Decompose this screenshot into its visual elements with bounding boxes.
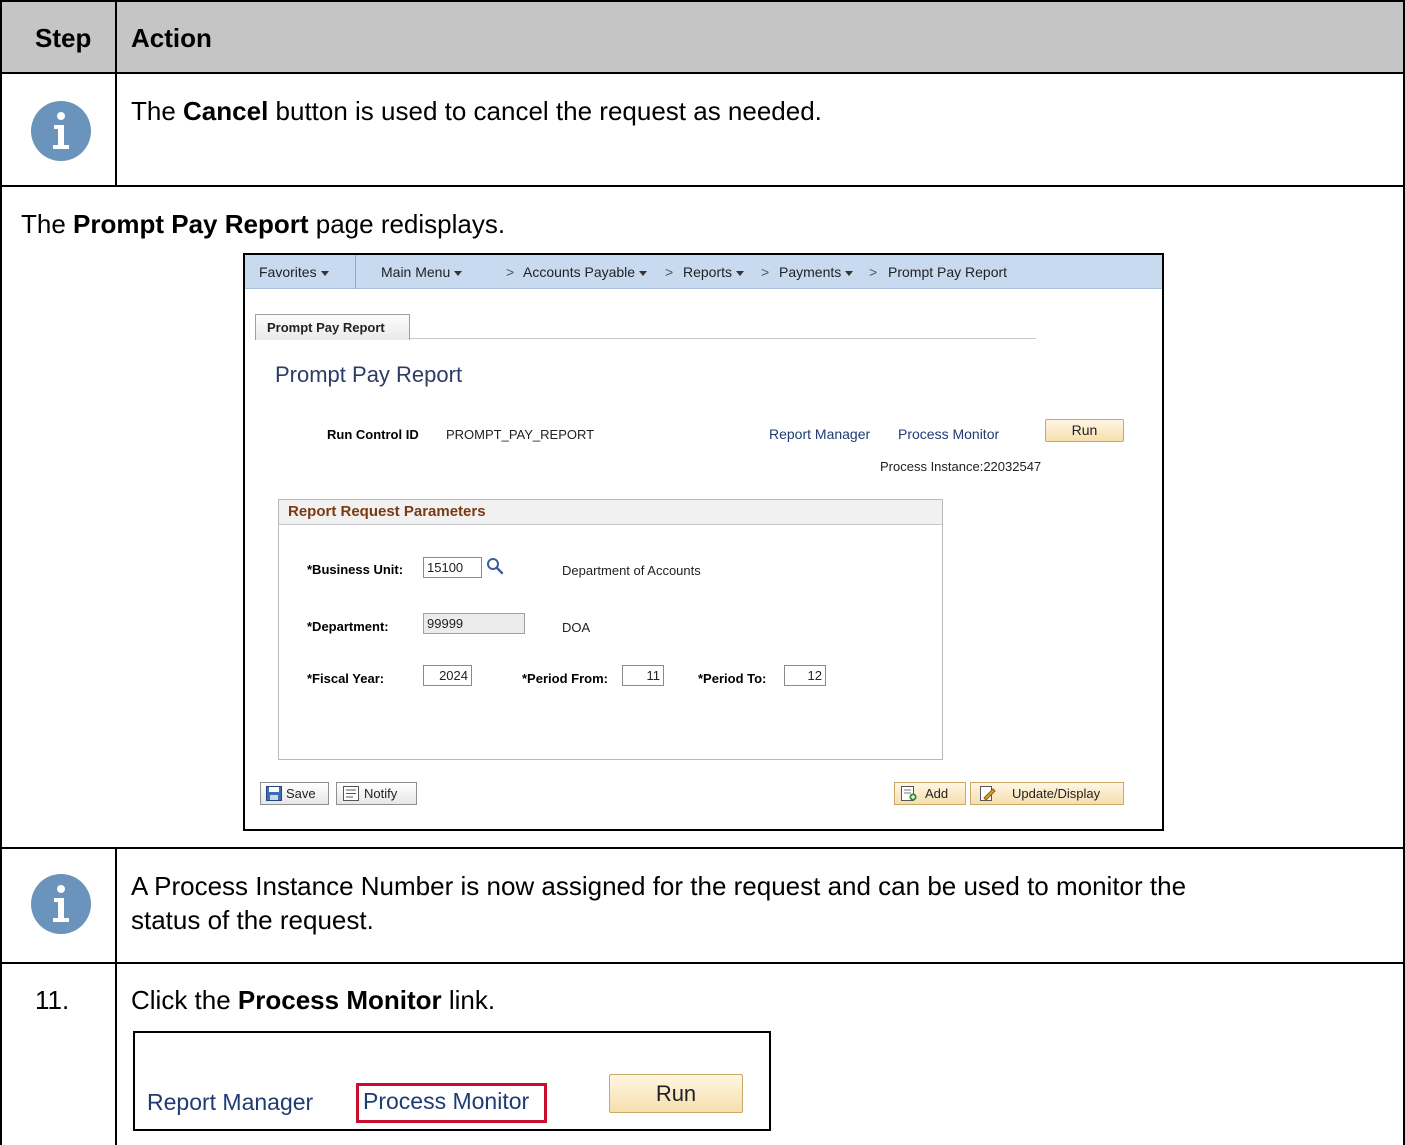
page-title: Prompt Pay Report — [275, 362, 463, 387]
report-manager-link[interactable]: Report Manager — [147, 1089, 313, 1116]
chevron-down-icon — [639, 270, 648, 276]
breadcrumb-current: Prompt Pay Report — [888, 264, 1008, 280]
fiscal-year-label: *Fiscal Year: — [307, 671, 385, 686]
notify-button[interactable]: Notify — [336, 782, 417, 805]
process-instance: Process Instance:22032547 — [880, 459, 1042, 474]
row2-text: The Prompt Pay Report page redisplays. — [21, 207, 505, 241]
notify-icon — [343, 786, 359, 801]
prompt-pay-report-screenshot: Favorites Main Menu > Accounts Payable >… — [243, 253, 1164, 831]
row3-line2: status of the request. — [131, 905, 374, 935]
row-divider — [0, 72, 1405, 74]
row4-text-post: link. — [441, 985, 496, 1015]
department-label: *Department: — [307, 619, 389, 634]
step-number: 11. — [35, 985, 70, 1015]
period-to-input[interactable]: 12 — [784, 665, 826, 686]
run-control-value: PROMPT_PAY_REPORT — [446, 427, 595, 442]
document-page: Step Action The Cancel button is used to… — [0, 0, 1405, 1145]
accounts-payable-label: Accounts Payable — [523, 264, 636, 280]
tab-underline — [410, 338, 1036, 339]
update-display-button[interactable]: Update/Display — [970, 782, 1124, 805]
department-input: 99999 — [423, 613, 525, 634]
breadcrumb-reports[interactable]: Reports — [683, 264, 745, 280]
favorites-menu[interactable]: Favorites — [259, 264, 329, 280]
report-request-parameters-group: Report Request Parameters *Business Unit… — [278, 499, 943, 760]
chevron-down-icon — [320, 270, 329, 276]
payments-label: Payments — [779, 264, 842, 280]
group-title: Report Request Parameters — [279, 500, 942, 525]
row1-text-bold: Cancel — [183, 96, 269, 126]
period-from-input[interactable]: 11 — [622, 665, 664, 686]
department-description: DOA — [562, 620, 591, 635]
process-monitor-link[interactable]: Process Monitor — [898, 426, 999, 442]
navigation-bar: Favorites Main Menu > Accounts Payable >… — [245, 255, 1162, 289]
zoomed-screenshot: Report Manager Process Monitor Run — [133, 1031, 771, 1131]
row4-text-pre: Click the — [131, 985, 238, 1015]
breadcrumb-payments[interactable]: Payments — [779, 264, 854, 280]
business-unit-label: *Business Unit: — [307, 562, 404, 577]
row1-text-pre: The — [131, 96, 184, 126]
process-monitor-link[interactable]: Process Monitor — [363, 1088, 529, 1115]
row-divider — [0, 185, 1405, 187]
header-step: Step — [35, 23, 92, 53]
info-icon — [31, 101, 91, 161]
notify-label: Notify — [364, 786, 398, 801]
main-menu[interactable]: Main Menu — [381, 264, 463, 280]
breadcrumb-separator: > — [506, 264, 515, 280]
nav-divider — [355, 255, 356, 289]
business-unit-description: Department of Accounts — [562, 563, 701, 578]
add-button[interactable]: Add — [894, 782, 966, 805]
reports-label: Reports — [683, 264, 733, 280]
report-manager-link[interactable]: Report Manager — [769, 426, 870, 442]
tab-prompt-pay-report[interactable]: Prompt Pay Report — [255, 314, 410, 340]
save-button[interactable]: Save — [260, 782, 329, 805]
row1-text-post: button is used to cancel the request as … — [268, 96, 822, 126]
run-control-label: Run Control ID — [327, 427, 419, 442]
row-divider — [0, 847, 1405, 849]
update-display-label: Update/Display — [1012, 786, 1101, 801]
breadcrumb-separator: > — [869, 264, 878, 280]
save-label: Save — [286, 786, 316, 801]
main-menu-label: Main Menu — [381, 264, 451, 280]
table-border-top — [0, 0, 1405, 2]
run-button[interactable]: Run — [1045, 419, 1124, 442]
column-divider — [115, 848, 117, 1145]
breadcrumb-separator: > — [761, 264, 770, 280]
chevron-down-icon — [454, 270, 463, 276]
row2-text-bold: Prompt Pay Report — [73, 209, 309, 239]
chevron-down-icon — [736, 270, 745, 276]
row1-text: The Cancel button is used to cancel the … — [131, 94, 822, 128]
fiscal-year-input[interactable]: 2024 — [423, 665, 472, 686]
save-icon — [266, 786, 282, 801]
favorites-label: Favorites — [259, 264, 317, 280]
period-to-label: *Period To: — [698, 671, 767, 686]
breadcrumb-accounts-payable[interactable]: Accounts Payable — [523, 264, 648, 280]
breadcrumb-separator: > — [665, 264, 674, 280]
row2-text-post: page redisplays. — [308, 209, 506, 239]
period-from-label: *Period From: — [522, 671, 608, 686]
row4-text-bold: Process Monitor — [237, 985, 442, 1015]
row2-text-pre: The — [21, 209, 74, 239]
table-border-left — [0, 0, 2, 1145]
row-divider — [0, 962, 1405, 964]
header-action: Action — [131, 23, 212, 53]
run-button[interactable]: Run — [609, 1074, 743, 1113]
row3-line1: A Process Instance Number is now assigne… — [131, 871, 1187, 901]
chevron-down-icon — [845, 270, 854, 276]
update-display-icon — [980, 786, 996, 801]
search-icon[interactable] — [486, 557, 504, 575]
add-icon — [901, 786, 917, 801]
business-unit-input[interactable]: 15100 — [423, 557, 482, 578]
add-label: Add — [925, 786, 949, 801]
row4-text: Click the Process Monitor link. — [131, 983, 495, 1017]
column-divider — [115, 0, 117, 186]
info-icon — [31, 874, 91, 934]
